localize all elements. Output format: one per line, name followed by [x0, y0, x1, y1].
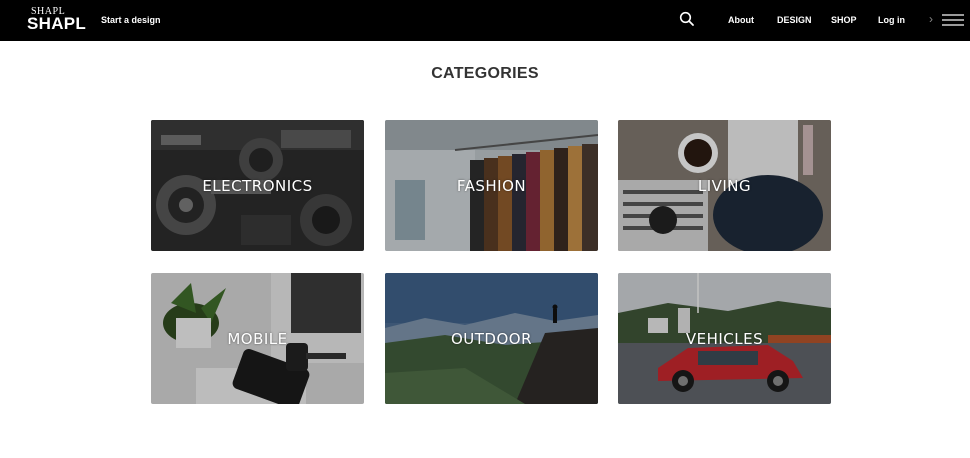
search-icon[interactable] — [679, 11, 695, 27]
nav-about-link[interactable]: About — [728, 14, 754, 26]
hamburger-menu-icon[interactable] — [942, 12, 964, 28]
nav-login-link[interactable]: Log in — [878, 14, 905, 26]
category-tile-fashion[interactable]: FASHION — [385, 120, 598, 251]
nav-design-link[interactable]: DESIGN — [777, 14, 812, 26]
category-tile-living[interactable]: LIVING — [618, 120, 831, 251]
category-label: FASHION — [456, 177, 527, 195]
page-title: CATEGORIES — [431, 65, 539, 82]
nav-shop-link[interactable]: SHOP — [831, 14, 857, 26]
logo-big-text: SHAPL — [27, 14, 87, 33]
category-tile-vehicles[interactable]: VEHICLES — [618, 273, 831, 404]
category-label: OUTDOOR — [450, 330, 533, 348]
category-tile-electronics[interactable]: ELECTRONICS — [151, 120, 364, 251]
chevron-right-icon: › — [929, 12, 933, 26]
start-a-design-link[interactable]: Start a design — [101, 14, 161, 26]
top-navigation-bar: SHAPL SHAPL Start a design About DESIGN … — [0, 0, 970, 41]
category-label: LIVING — [697, 177, 752, 195]
category-tile-outdoor[interactable]: OUTDOOR — [385, 273, 598, 404]
category-label: ELECTRONICS — [202, 177, 313, 195]
shapl-logo[interactable]: SHAPL SHAPL — [27, 7, 87, 33]
category-label: VEHICLES — [685, 330, 764, 348]
category-label: MOBILE — [227, 330, 288, 348]
category-tile-mobile[interactable]: MOBILE — [151, 273, 364, 404]
